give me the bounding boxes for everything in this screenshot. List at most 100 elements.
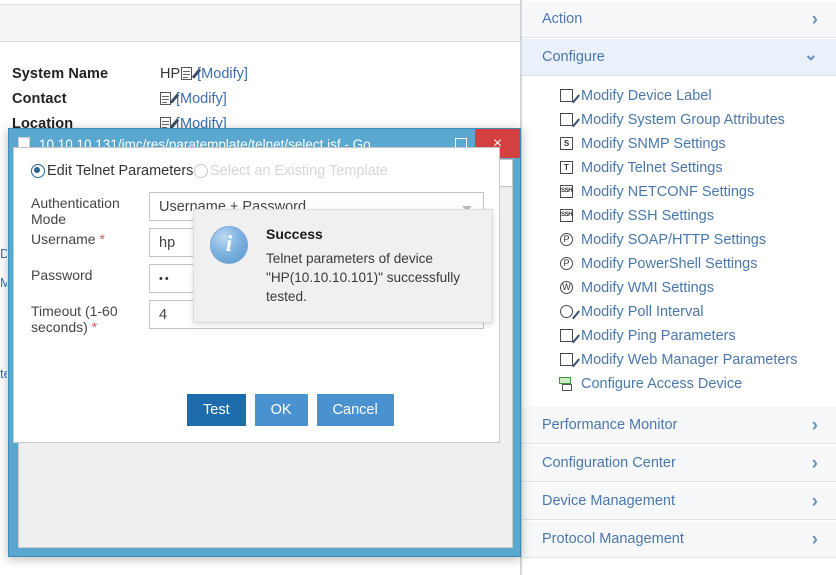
- edit-icon: [160, 92, 180, 107]
- radio-option-edit-telnet-parameters[interactable]: Edit Telnet Parameters: [31, 163, 193, 179]
- sidebar-item-modify-netconf-settings[interactable]: SSH Modify NETCONF Settings: [522, 180, 836, 204]
- configure-menu: Modify Device Label Modify System Group …: [522, 76, 836, 406]
- telnet-icon: T: [559, 160, 575, 176]
- sidebar-item-modify-web-manager-parameters[interactable]: Modify Web Manager Parameters: [522, 348, 836, 372]
- sidebar-item-modify-powershell-settings[interactable]: P Modify PowerShell Settings: [522, 252, 836, 276]
- sidebar-section-action[interactable]: Action: [522, 0, 836, 38]
- sidebar-section-label: Device Management: [542, 493, 675, 509]
- edit-icon: [181, 67, 201, 82]
- powershell-icon: P: [559, 256, 575, 272]
- chevron-right-icon: [812, 454, 818, 473]
- sidebar-section-protocol-management[interactable]: Protocol Management: [522, 520, 836, 558]
- chevron-right-icon: [812, 492, 818, 511]
- sidebar-section-device-management[interactable]: Device Management: [522, 482, 836, 520]
- property-row-contact: Contact [Modify]: [12, 87, 227, 111]
- clipped-text-scrap: te: [0, 366, 7, 381]
- sidebar-item-label: Modify System Group Attributes: [581, 112, 785, 128]
- sidebar-item-modify-poll-interval[interactable]: Modify Poll Interval: [522, 300, 836, 324]
- field-label: Username *: [31, 228, 149, 247]
- edit-document-icon: [559, 112, 580, 128]
- sidebar-section-performance-monitor[interactable]: Performance Monitor: [522, 406, 836, 444]
- modify-link[interactable]: [Modify]: [197, 66, 248, 82]
- sidebar-section-label: Configuration Center: [542, 455, 676, 471]
- sidebar-item-modify-snmp-settings[interactable]: S Modify SNMP Settings: [522, 132, 836, 156]
- system-name-value: HP: [160, 66, 181, 82]
- sidebar-section-label: Configure: [542, 49, 605, 65]
- sidebar-item-label: Modify NETCONF Settings: [581, 184, 755, 200]
- netconf-icon-glyph: SSH: [560, 185, 573, 198]
- sidebar-section-configuration-center[interactable]: Configuration Center: [522, 444, 836, 482]
- field-label: Password: [31, 264, 149, 283]
- success-toast: Success Telnet parameters of device "HP(…: [193, 209, 493, 323]
- field-label-text: Username: [31, 231, 96, 247]
- toast-content: Success Telnet parameters of device "HP(…: [266, 224, 481, 322]
- soap-http-icon-glyph: P: [560, 233, 573, 246]
- edit-document-icon: [559, 88, 580, 104]
- sidebar-item-label: Modify Telnet Settings: [581, 160, 723, 176]
- clipped-text-scrap: M: [0, 275, 7, 290]
- sidebar-item-configure-access-device[interactable]: Configure Access Device: [522, 372, 836, 396]
- toast-title: Success: [266, 226, 323, 242]
- wmi-icon-glyph: W: [560, 281, 573, 294]
- modify-link[interactable]: [Modify]: [176, 91, 227, 107]
- username-value: hp: [159, 234, 176, 251]
- form-buttons: Test OK Cancel: [187, 394, 394, 426]
- sidebar-item-modify-ping-parameters[interactable]: Modify Ping Parameters: [522, 324, 836, 348]
- ok-button[interactable]: OK: [254, 394, 308, 426]
- property-label: Contact: [12, 91, 67, 107]
- radio-label: Edit Telnet Parameters: [47, 163, 194, 179]
- sidebar-item-label: Modify SNMP Settings: [581, 136, 726, 152]
- radio-button-icon[interactable]: [31, 164, 45, 178]
- chevron-down-icon: [804, 49, 818, 66]
- sidebar-item-label: Modify Web Manager Parameters: [581, 352, 798, 368]
- netconf-icon: SSH: [559, 184, 575, 200]
- sidebar-item-modify-telnet-settings[interactable]: T Modify Telnet Settings: [522, 156, 836, 180]
- field-label: Authentication Mode: [31, 192, 149, 227]
- sidebar-item-label: Configure Access Device: [581, 376, 743, 392]
- wmi-icon: W: [559, 280, 575, 296]
- sidebar-item-label: Modify SOAP/HTTP Settings: [581, 232, 767, 248]
- powershell-icon-glyph: P: [560, 257, 573, 270]
- sidebar-item-label: Modify Device Label: [581, 88, 712, 104]
- field-label-text: Timeout (1-60 seconds): [31, 303, 118, 335]
- poll-interval-icon: [559, 304, 580, 320]
- chevron-right-icon: [812, 10, 818, 29]
- password-value: ••: [159, 272, 171, 285]
- cancel-button[interactable]: Cancel: [316, 394, 394, 426]
- sidebar-item-modify-device-label[interactable]: Modify Device Label: [522, 84, 836, 108]
- sidebar-item-modify-system-group-attributes[interactable]: Modify System Group Attributes: [522, 108, 836, 132]
- sidebar: Action Configure Modify Device Label Mod…: [521, 0, 836, 575]
- sidebar-item-modify-wmi-settings[interactable]: W Modify WMI Settings: [522, 276, 836, 300]
- field-label-text: Authentication Mode: [31, 195, 120, 227]
- sidebar-item-label: Modify Ping Parameters: [581, 328, 736, 344]
- field-label-text: Password: [31, 267, 93, 283]
- radio-button-icon[interactable]: [194, 164, 208, 178]
- sidebar-item-label: Modify Poll Interval: [581, 304, 704, 320]
- radio-option-select-existing-template[interactable]: Select an Existing Template: [194, 163, 388, 179]
- required-marker: *: [99, 231, 105, 247]
- sidebar-item-modify-ssh-settings[interactable]: SSH Modify SSH Settings: [522, 204, 836, 228]
- web-manager-icon: [559, 352, 580, 368]
- chevron-right-icon: [812, 416, 818, 435]
- snmp-icon: S: [559, 136, 575, 152]
- page-toolbar: [0, 4, 521, 42]
- soap-http-icon: P: [559, 232, 575, 248]
- sidebar-item-label: Modify WMI Settings: [581, 280, 714, 296]
- sidebar-section-label: Protocol Management: [542, 531, 684, 547]
- sidebar-item-label: Modify SSH Settings: [581, 208, 714, 224]
- sidebar-item-modify-soap-http-settings[interactable]: P Modify SOAP/HTTP Settings: [522, 228, 836, 252]
- ssh-icon-glyph: SSH: [560, 209, 573, 222]
- property-label: System Name: [12, 66, 109, 82]
- timeout-value: 4: [159, 306, 168, 323]
- access-device-icon: [559, 376, 575, 392]
- screenshot-root: System Name HP [Modify] Contact [Modify]…: [0, 0, 836, 575]
- radio-label: Select an Existing Template: [210, 163, 388, 179]
- property-value: HP [Modify]: [160, 66, 248, 82]
- sidebar-item-label: Modify PowerShell Settings: [581, 256, 758, 272]
- property-row-system-name: System Name HP [Modify]: [12, 62, 248, 86]
- test-button[interactable]: Test: [187, 394, 246, 426]
- info-icon: [210, 226, 248, 264]
- sidebar-section-configure[interactable]: Configure: [522, 38, 836, 76]
- ssh-icon: SSH: [559, 208, 575, 224]
- required-marker: *: [91, 319, 98, 335]
